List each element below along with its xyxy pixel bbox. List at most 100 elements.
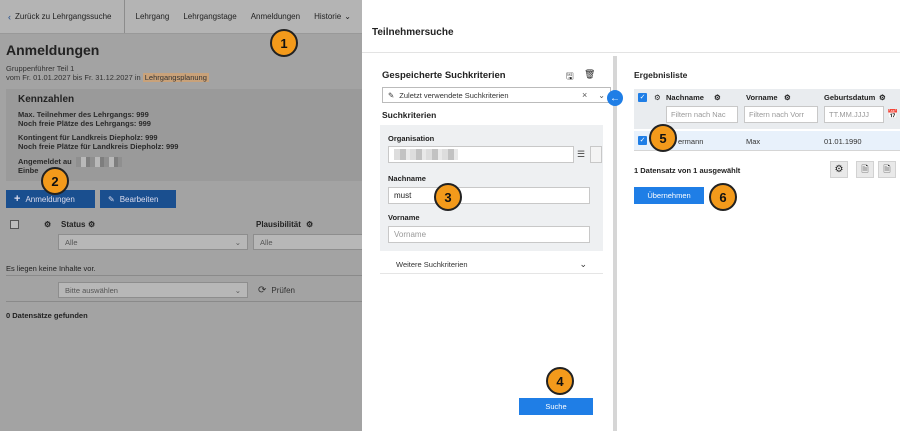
edit-label: Bearbeiten bbox=[119, 194, 159, 204]
page-subtitle: Gruppenführer Teil 1 vom Fr. 01.01.2027 … bbox=[6, 64, 209, 82]
more-criteria-toggle[interactable]: Weitere Suchkriterien ⌄ bbox=[380, 256, 603, 274]
gear-icon: ⚙ bbox=[834, 164, 844, 175]
sort-icon: ⚙ bbox=[784, 93, 791, 102]
chevron-down-icon: ⌄ bbox=[234, 237, 241, 247]
plausibility-filter[interactable]: Alle bbox=[253, 234, 362, 250]
document-icon: 🗎 bbox=[861, 163, 869, 174]
back-link[interactable]: ‹ Zurück zu Lehrgangssuche bbox=[0, 0, 125, 33]
chevron-down-icon: ⌄ bbox=[579, 259, 587, 269]
chevron-left-icon: ‹ bbox=[8, 11, 11, 22]
picker-button[interactable] bbox=[590, 146, 602, 163]
cell-nachname: ermann bbox=[678, 137, 704, 146]
column-plausibility[interactable]: Plausibilität bbox=[256, 220, 301, 229]
course-name: Gruppenführer Teil 1 bbox=[6, 64, 75, 73]
check-label: Prüfen bbox=[271, 286, 295, 295]
sort-icon: ⚙ bbox=[306, 219, 314, 229]
callout-4: 4 bbox=[546, 367, 574, 395]
saved-criteria-select[interactable]: ✎ Zuletzt verwendete Suchkriterien × ⌄ bbox=[382, 87, 611, 103]
criteria-title: Suchkriterien bbox=[382, 110, 437, 120]
trash-icon[interactable]: 🗑 bbox=[584, 69, 595, 80]
column-nachname[interactable]: Nachname bbox=[666, 93, 704, 102]
nachname-label: Nachname bbox=[388, 174, 426, 183]
more-criteria-label: Weitere Suchkriterien bbox=[396, 260, 468, 269]
course-dates: vom Fr. 01.01.2027 bis Fr. 31.12.2027 in… bbox=[6, 73, 209, 82]
nachname-field[interactable]: must bbox=[388, 187, 590, 204]
plus-icon: + bbox=[14, 193, 21, 205]
vorname-label: Vorname bbox=[388, 213, 420, 222]
vorname-filter[interactable]: Filtern nach Vorr bbox=[744, 106, 818, 123]
clear-icon[interactable]: × bbox=[582, 90, 587, 100]
kennzahl-registered: Angemeldet au bbox=[18, 157, 350, 167]
gear-icon: ⚙ bbox=[44, 219, 52, 229]
bulk-action-placeholder: Bitte auswählen bbox=[65, 285, 118, 295]
bulk-action-select[interactable]: Bitte auswählen ⌄ bbox=[58, 282, 248, 298]
status-filter[interactable]: Alle ⌄ bbox=[58, 234, 248, 250]
divider bbox=[362, 52, 900, 53]
background-page: ‹ Zurück zu Lehrgangssuche Lehrgang Lehr… bbox=[0, 0, 362, 431]
callout-6: 6 bbox=[709, 183, 737, 211]
planning-link[interactable]: Lehrgangsplanung bbox=[142, 73, 209, 82]
apply-button[interactable]: Übernehmen bbox=[634, 187, 704, 204]
org-label: Organisation bbox=[388, 134, 435, 143]
nachname-filter[interactable]: Filtern nach Nac bbox=[666, 106, 738, 123]
status-filter-value: Alle bbox=[65, 237, 78, 247]
row-checkbox[interactable]: ✓ bbox=[638, 136, 647, 145]
nav-anmeldungen[interactable]: Anmeldungen bbox=[244, 12, 307, 21]
redacted-value bbox=[75, 157, 122, 167]
column-status[interactable]: Status bbox=[61, 220, 85, 229]
record-count: 0 Datensätze gefunden bbox=[6, 311, 88, 320]
results-header: ✓ ⚙ Nachname ⚙ Vorname ⚙ Geburtsdatum ⚙ … bbox=[634, 89, 900, 129]
vorname-field[interactable]: Vorname bbox=[388, 226, 590, 243]
callout-3: 3 bbox=[434, 183, 462, 211]
search-button[interactable]: Suche bbox=[519, 398, 593, 415]
kennzahl-contingent-free: Noch freie Plätze für Landkreis Diepholz… bbox=[18, 141, 179, 151]
kennzahl-registered-label: Angemeldet au bbox=[18, 156, 72, 166]
callout-2: 2 bbox=[41, 167, 69, 195]
save-icon[interactable]: 🖫 bbox=[566, 69, 574, 85]
nav-lehrgang[interactable]: Lehrgang bbox=[129, 12, 177, 21]
document-icon: 🗎 bbox=[883, 163, 891, 174]
organisation-field[interactable] bbox=[388, 146, 574, 163]
kennzahl-free: Noch freie Plätze des Lehrgangs: 999 bbox=[18, 118, 151, 128]
pane-divider bbox=[613, 56, 617, 431]
empty-state: Es liegen keine Inhalte vor. bbox=[6, 264, 96, 273]
course-dates-text: vom Fr. 01.01.2027 bis Fr. 31.12.2027 in bbox=[6, 73, 141, 82]
select-all-checkbox[interactable] bbox=[10, 219, 19, 229]
participant-search-dialog: Teilnehmersuche Gespeicherte Suchkriteri… bbox=[362, 0, 900, 431]
pencil-icon: ✎ bbox=[388, 90, 395, 100]
refresh-icon: ⟳ bbox=[258, 285, 267, 296]
date-filter[interactable]: TT.MM.JJJJ bbox=[824, 106, 884, 123]
check-button[interactable]: ⟳ Prüfen bbox=[258, 285, 295, 296]
nav-historie[interactable]: Historie ⌄ bbox=[307, 12, 358, 21]
tree-picker-icon[interactable]: ☰ bbox=[577, 149, 585, 160]
edit-button[interactable]: ✎ Bearbeiten bbox=[100, 190, 176, 208]
calendar-icon[interactable]: 📅 bbox=[887, 109, 898, 120]
chevron-down-icon: ⌄ bbox=[598, 90, 605, 100]
cell-vorname: Max bbox=[746, 137, 761, 146]
arrow-left-icon[interactable]: ← bbox=[607, 90, 623, 106]
plausibility-filter-value: Alle bbox=[260, 237, 273, 247]
settings-button[interactable]: ⚙ bbox=[830, 161, 848, 178]
top-navigation: ‹ Zurück zu Lehrgangssuche Lehrgang Lehr… bbox=[0, 0, 362, 34]
saved-criteria-value: Zuletzt verwendete Suchkriterien bbox=[399, 90, 509, 100]
sort-icon: ⚙ bbox=[879, 93, 886, 102]
redacted-value bbox=[394, 149, 458, 160]
nav-historie-label: Historie bbox=[314, 12, 342, 21]
gear-icon[interactable]: ⚙ bbox=[654, 93, 661, 102]
print-button[interactable]: 🗎 bbox=[878, 161, 896, 178]
export-button[interactable]: 🗎 bbox=[856, 161, 874, 178]
back-link-label: Zurück zu Lehrgangssuche bbox=[15, 12, 112, 21]
select-all-checkbox[interactable]: ✓ bbox=[638, 93, 647, 102]
nav-lehrgangstage[interactable]: Lehrgangstage bbox=[176, 12, 243, 21]
callout-1: 1 bbox=[270, 29, 298, 57]
sort-icon: ⚙ bbox=[714, 93, 721, 102]
chevron-down-icon: ⌄ bbox=[344, 12, 351, 21]
dialog-title: Teilnehmersuche bbox=[372, 27, 454, 38]
page-title: Anmeldungen bbox=[6, 42, 100, 58]
sort-icon: ⚙ bbox=[88, 219, 96, 229]
column-vorname[interactable]: Vorname bbox=[746, 93, 778, 102]
table-header: ⚙ Status ⚙ Plausibilität ⚙ bbox=[0, 217, 362, 231]
kennzahl-submitted: Einbe bbox=[18, 166, 39, 175]
results-title: Ergebnisliste bbox=[634, 70, 688, 80]
column-geburtsdatum[interactable]: Geburtsdatum bbox=[824, 93, 875, 102]
